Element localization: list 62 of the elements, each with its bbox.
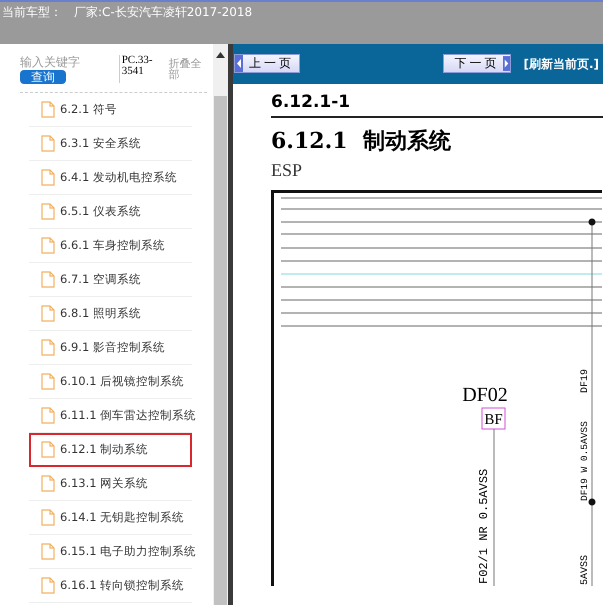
tree-item[interactable]: 6.5.1 仪表系统 (29, 195, 192, 229)
tree-item[interactable]: 6.10.1 后视镜控制系统 (29, 365, 192, 399)
page-number: 6.12.1-1 (271, 84, 603, 118)
tree-item[interactable]: 6.8.1 照明系统 (29, 297, 192, 331)
document-icon (41, 203, 55, 220)
tree-item-label: 6.3.1 安全系统 (60, 136, 141, 151)
junction-dot (588, 218, 596, 226)
tree-item[interactable]: 6.9.1 影音控制系统 (29, 331, 192, 365)
document-icon (41, 543, 55, 560)
tree-item[interactable]: 6.12.1 制动系统 (29, 433, 192, 467)
document-icon (41, 339, 55, 356)
document-icon (41, 509, 55, 526)
document-icon (41, 373, 55, 390)
tree-item-label: 6.10.1 后视镜控制系统 (60, 374, 184, 389)
tree-item[interactable]: 6.4.1 发动机电控系统 (29, 161, 192, 195)
pin-label: BF (482, 408, 506, 430)
tree-item[interactable]: 6.7.1 空调系统 (29, 263, 192, 297)
scrollbar-thumb[interactable] (214, 96, 227, 605)
tree-item-label: 6.5.1 仪表系统 (60, 204, 141, 219)
tree-item[interactable]: 6.16.1 转向锁控制系统 (29, 569, 192, 603)
document-icon (41, 305, 55, 322)
document-icon (41, 271, 55, 288)
tree-item-label: 6.8.1 照明系统 (60, 306, 141, 321)
scroll-up-icon[interactable] (216, 52, 225, 58)
tree-item-label: 6.14.1 无钥匙控制系统 (60, 510, 184, 525)
wire-label: DF19 (580, 368, 591, 393)
tree-item[interactable]: 6.6.1 车身控制系统 (29, 229, 192, 263)
vehicle-model: 厂家:C-长安汽车凌轩2017-2018 (74, 4, 252, 21)
document-icon (41, 101, 55, 118)
document-icon (41, 237, 55, 254)
junction-dot (588, 498, 596, 506)
header-label: 当前车型： (2, 4, 62, 21)
next-page-button[interactable]: 下一页 (443, 54, 512, 72)
section-subtitle: ESP (271, 160, 304, 182)
tree-item[interactable]: 6.3.1 安全系统 (29, 127, 192, 161)
connector-label: DF02 (462, 384, 508, 406)
wire-label: F02/1 NR 0.5AVSS (477, 468, 491, 584)
scrollbar[interactable] (213, 44, 228, 605)
document-icon (41, 441, 55, 458)
document-icon (41, 169, 55, 186)
tree-item-label: 6.6.1 车身控制系统 (60, 238, 165, 253)
document-icon (41, 577, 55, 594)
search-button[interactable]: 查询 (20, 70, 66, 84)
refresh-link[interactable]: [刷新当前页.] (523, 56, 599, 72)
document-icon (41, 407, 55, 424)
tree-item-label: 6.16.1 转向锁控制系统 (60, 578, 184, 593)
document-icon (41, 475, 55, 492)
wire-label: DF19 W 0.5AVSS (579, 421, 590, 501)
tree-item-label: 6.12.1 制动系统 (60, 442, 148, 457)
tree-item[interactable]: 6.2.1 符号 (29, 93, 192, 127)
tree-item[interactable]: 6.14.1 无钥匙控制系统 (29, 501, 192, 535)
tree-item-label: 6.2.1 符号 (60, 102, 117, 117)
tree-item-label: 6.13.1 网关系统 (60, 476, 148, 491)
tree-item[interactable]: 6.13.1 网关系统 (29, 467, 192, 501)
tree-item-label: 6.4.1 发动机电控系统 (60, 170, 177, 185)
previous-page-button[interactable]: 上一页 (234, 54, 300, 72)
tree-item-label: 6.7.1 空调系统 (60, 272, 141, 287)
tree-item-label: 6.9.1 影音控制系统 (60, 340, 165, 355)
section-title: 6.12.1 制动系统 (271, 127, 452, 156)
document-icon (41, 135, 55, 152)
wire-label: 5AVSS (580, 554, 591, 585)
manual-code: PC.33-3541 (118, 55, 158, 83)
